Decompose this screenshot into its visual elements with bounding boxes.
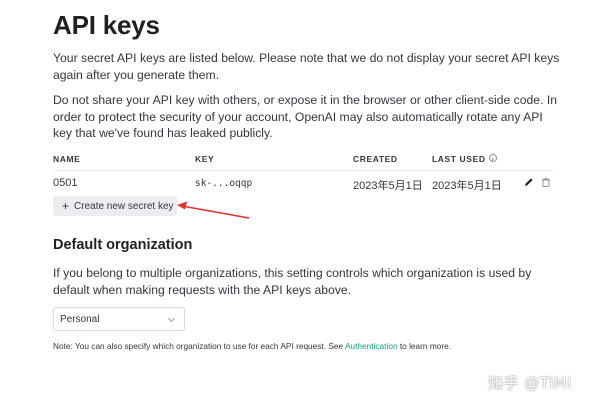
- info-icon[interactable]: [488, 154, 497, 162]
- org-note-suffix: to learn more.: [397, 341, 452, 351]
- row-name: 0501: [53, 177, 78, 189]
- intro-text: Your secret API keys are listed below. P…: [53, 51, 560, 82]
- header-last-used: LAST USED: [432, 154, 497, 164]
- trash-icon[interactable]: [540, 176, 552, 188]
- chevron-down-icon: [168, 317, 175, 322]
- plus-icon: +: [62, 199, 70, 213]
- organization-select[interactable]: Personal: [53, 307, 185, 331]
- warning-text: Do not share your API key with others, o…: [53, 93, 558, 140]
- red-arrow: [177, 201, 250, 219]
- header-key: KEY: [195, 154, 215, 164]
- row-key: sk-...oqqp: [195, 178, 253, 189]
- row-last-used: 2023年5月1日: [432, 180, 502, 192]
- header-created: CREATED: [353, 154, 398, 164]
- page-title: API keys: [53, 10, 160, 40]
- org-note: Note: You can also specify which organiz…: [53, 341, 451, 351]
- authentication-link[interactable]: Authentication: [345, 341, 398, 351]
- create-secret-key-label: Create new secret key: [74, 200, 174, 212]
- table-header: NAME KEY CREATED LAST USED: [53, 154, 553, 170]
- row-created: 2023年5月1日: [353, 180, 423, 192]
- create-secret-key-button[interactable]: + Create new secret key: [53, 196, 177, 216]
- header-last-used-label: LAST USED: [432, 154, 486, 164]
- org-note-prefix: Note: You can also specify which organiz…: [53, 341, 345, 351]
- default-org-description: If you belong to multiple organizations,…: [53, 266, 532, 297]
- table-row: 0501 sk-...oqqp 2023年5月1日 2023年5月1日: [53, 171, 553, 193]
- edit-icon[interactable]: [523, 176, 535, 188]
- organization-select-value: Personal: [60, 313, 100, 325]
- watermark: 知乎 @TiMi: [488, 374, 572, 392]
- header-name: NAME: [53, 154, 81, 164]
- default-org-title: Default organization: [53, 237, 193, 253]
